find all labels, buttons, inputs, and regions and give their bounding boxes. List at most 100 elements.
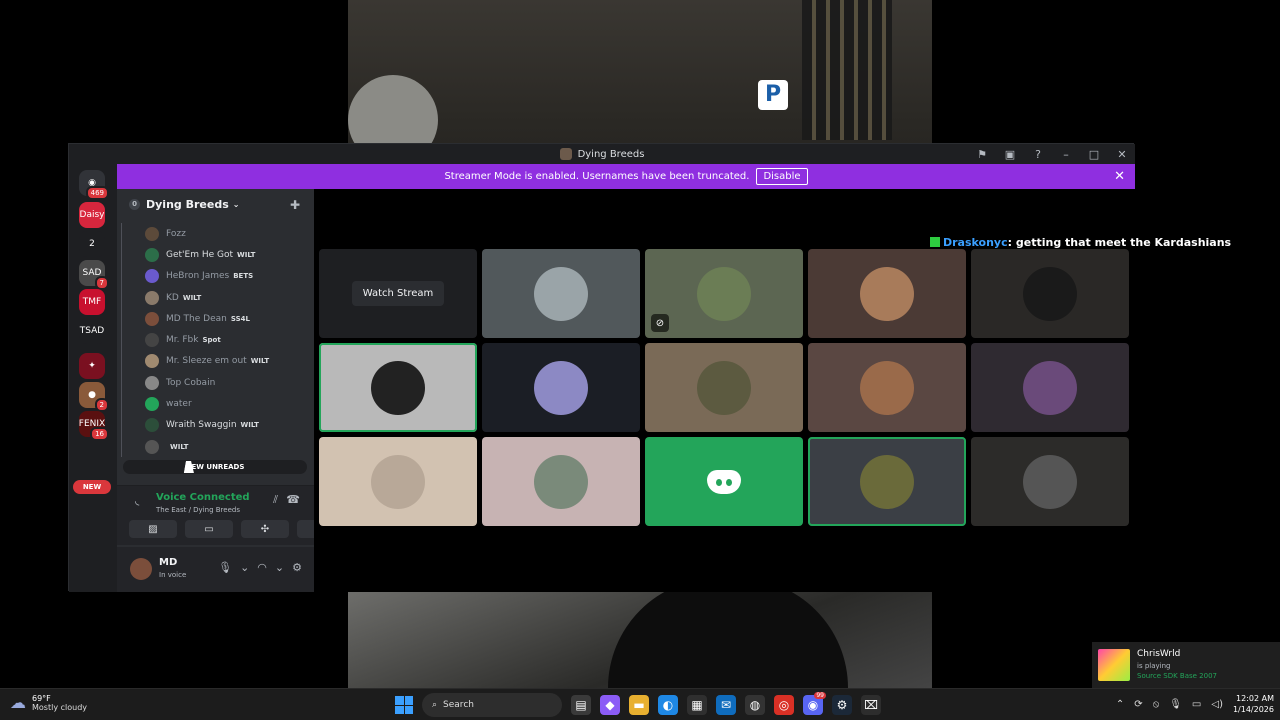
list-item[interactable]: Fozz [117,223,314,245]
gear-icon[interactable]: ⚙ [292,561,302,574]
terminal-icon[interactable]: ⌧ [861,695,881,715]
store-icon[interactable]: ▦ [687,695,707,715]
chat-overlay: Draskonyc: getting that meet the Kardash… [930,236,1231,249]
server-icon-1[interactable]: 2 [79,231,105,257]
list-item[interactable]: Mr. Fbk Spot [117,329,314,352]
voice-channel[interactable]: The East / Dying Breeds [156,506,240,514]
avatar [534,454,588,509]
avatar [145,290,159,305]
file-explorer-icon[interactable]: ▬ [629,695,649,715]
noise-suppression-icon[interactable]: ⫽ [273,493,278,507]
avatar [145,333,159,348]
server-icon-0[interactable]: Daisy [79,202,105,228]
screen-icon[interactable]: ▣ [1003,148,1017,161]
clock-date: 1/14/2026 [1232,705,1274,714]
screen-share-icon[interactable]: ▭ [185,520,233,538]
chevron-up-icon[interactable]: ⌃ [1116,699,1124,710]
microphone-icon[interactable]: 🎙 [218,561,232,574]
list-item[interactable]: KD WILT [117,286,314,309]
new-unreads-button[interactable]: NEW UNREADS [123,460,307,474]
avatar [1098,649,1130,681]
volume-icon[interactable]: ◁) [1211,699,1223,710]
new-pill[interactable]: NEW [73,480,111,494]
server-icon-2[interactable]: SAD 7 [79,260,109,290]
chevron-down-icon: ⌄ [232,199,240,209]
list-item[interactable]: Mr. Sleeze em out WILT [117,350,314,373]
chrome-icon[interactable]: ◎ [774,695,794,715]
windows-start-icon[interactable] [395,696,413,714]
participant-tile[interactable] [482,249,640,338]
chevron-down-icon[interactable]: ⌄ [240,561,249,574]
server-label: ✦ [88,361,96,371]
list-item[interactable]: HeBron James BETS [117,265,314,288]
search-input[interactable]: ⌕ Search [422,693,562,717]
username[interactable]: MD [159,557,177,568]
server-icon-6[interactable]: ● 2 [79,382,109,412]
avatar [145,354,159,369]
edge-icon[interactable]: ◐ [658,695,678,715]
display-icon[interactable]: ▭ [1192,699,1201,710]
participant-tile[interactable] [319,343,477,432]
avatar[interactable] [130,558,152,580]
steam-icon[interactable]: ⚙ [832,695,852,715]
server-name: Dying Breeds [146,197,229,211]
disconnect-icon[interactable]: ☎ [286,493,300,506]
chevron-down-icon[interactable]: ⌄ [275,561,284,574]
server-icon-4[interactable]: TSAD [79,318,105,344]
avatar [697,266,751,321]
participant-tile[interactable] [319,437,477,526]
outlook-icon[interactable]: ✉ [716,695,736,715]
participant-tile[interactable]: Watch Stream [319,249,477,338]
participant-tile[interactable] [645,343,803,432]
app-icon[interactable]: ◍ [745,695,765,715]
activities-icon[interactable]: ✣ [241,520,289,538]
clock[interactable]: 12:02 AM 1/14/2026 [1233,693,1274,715]
list-item[interactable]: Top Cobain [117,372,314,394]
activity-toast[interactable]: ChrisWrld is playing Source SDK Base 200… [1092,642,1280,688]
discord-icon[interactable]: ◉ 99 [803,692,826,715]
avatar [145,397,159,412]
add-member-icon[interactable]: ✚ [290,198,300,212]
sync-icon[interactable]: ⟳ [1134,699,1142,710]
weather-widget[interactable]: ☁ 69°F Mostly cloudy [10,693,87,712]
camera-off-icon[interactable]: ▨ [129,520,177,538]
participant-tile[interactable] [482,437,640,526]
signal-icon[interactable]: ◟ [135,494,139,507]
voice-status[interactable]: Voice Connected [156,492,250,503]
list-item[interactable]: water [117,393,314,415]
close-icon[interactable]: ✕ [1114,169,1125,184]
disable-button[interactable]: Disable [756,168,808,185]
participant-tile[interactable] [971,343,1129,432]
participant-tile[interactable] [482,343,640,432]
participant-tile[interactable] [971,249,1129,338]
home-badge: 469 [85,186,109,200]
task-view-icon[interactable]: ▤ [571,695,591,715]
list-item[interactable]: MD The Dean SS4L [117,308,314,330]
server-icon-5[interactable]: ✦ [79,353,105,379]
close-icon[interactable]: ✕ [1115,148,1129,161]
microphone-icon[interactable]: 🎙 [1169,699,1182,710]
home-button[interactable]: ◉ 469 [79,170,109,200]
server-header[interactable]: 0 Dying Breeds ⌄ ✚ [117,189,314,219]
server-icon-7[interactable]: FENIX 16 [79,411,109,441]
participant-tile[interactable]: ⊘ [645,249,803,338]
participant-tile[interactable] [971,437,1129,526]
flag-icon[interactable]: ⚑ [975,148,989,161]
participant-tile[interactable] [808,343,966,432]
network-icon[interactable]: ⦸ [1153,699,1160,710]
maximize-icon[interactable]: □ [1087,148,1101,161]
avatar [860,360,914,415]
list-item[interactable]: Get'Em He Got WILT [117,244,314,266]
participant-tile[interactable] [808,249,966,338]
list-item[interactable]: Wraith Swaggin WILT [117,414,314,437]
help-icon[interactable]: ? [1031,148,1045,161]
participant-tile[interactable] [808,437,966,526]
list-item[interactable]: WILT [117,435,314,458]
copilot-icon[interactable]: ◆ [600,695,620,715]
avatar [860,454,914,509]
headphones-icon[interactable]: ◠ [257,561,267,574]
watch-stream-button[interactable]: Watch Stream [351,281,445,306]
minimize-icon[interactable]: – [1059,148,1073,161]
server-icon-3[interactable]: TMF [79,289,105,315]
participant-tile[interactable] [645,437,803,526]
